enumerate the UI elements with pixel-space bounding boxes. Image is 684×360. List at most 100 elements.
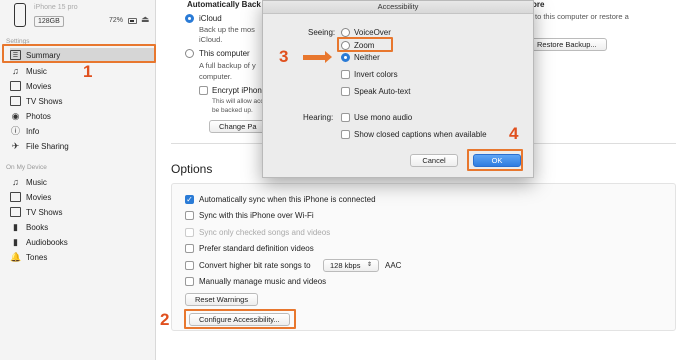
icloud-desc-2: iCloud. xyxy=(199,35,223,44)
audiobooks-icon: ▮ xyxy=(13,237,18,247)
closed-captions-label: Show closed captions when available xyxy=(354,130,487,139)
restore-backup-button[interactable]: Restore Backup... xyxy=(527,38,607,51)
mono-audio-label: Use mono audio xyxy=(354,113,413,122)
highlight-ok xyxy=(467,149,523,171)
sidebar-item-label: Music xyxy=(26,66,47,76)
mono-audio-checkbox[interactable] xyxy=(341,113,350,122)
sidebar-item-label: TV Shows xyxy=(26,207,63,217)
manual-manage-checkbox[interactable] xyxy=(185,277,194,286)
reset-warnings-button[interactable]: Reset Warnings xyxy=(185,293,259,306)
convert-bitrate-label: Convert higher bit rate songs to xyxy=(199,261,311,270)
battery-icon xyxy=(128,18,137,24)
arrow-shaft xyxy=(303,55,325,60)
speak-auto-text-label: Speak Auto-text xyxy=(354,87,411,96)
neither-radio[interactable] xyxy=(341,53,350,62)
sidebar-item-photos[interactable]: ◉ Photos xyxy=(10,109,154,123)
icloud-radio[interactable] xyxy=(185,14,194,23)
auto-sync-label: Automatically sync when this iPhone is c… xyxy=(199,195,376,204)
sidebar: iPhone 15 pro 128GB 72% ⏏ Settings ☰ Sum… xyxy=(0,0,156,360)
bitrate-select[interactable]: 128 kbps ⇕ xyxy=(323,259,379,272)
file-sharing-icon: ✈ xyxy=(11,141,20,151)
highlight-zoom xyxy=(337,37,393,52)
change-password-button[interactable]: Change Pa xyxy=(209,120,265,133)
sidebar-item-label: Audiobooks xyxy=(26,237,68,247)
manual-manage-label: Manually manage music and videos xyxy=(199,277,327,286)
encrypt-label: Encrypt iPhon xyxy=(212,86,262,95)
invert-colors-label: Invert colors xyxy=(354,70,398,79)
device-item-music[interactable]: ♫ Music xyxy=(10,175,154,189)
step-4-label: 4 xyxy=(509,124,519,143)
bitrate-value: 128 kbps xyxy=(330,261,361,270)
neither-label: Neither xyxy=(354,53,380,62)
device-item-books[interactable]: ▮ Books xyxy=(10,220,154,234)
movies-icon xyxy=(10,81,21,91)
encrypt-checkbox[interactable] xyxy=(199,86,208,95)
step-2-label: 2 xyxy=(160,310,170,329)
this-computer-radio[interactable] xyxy=(185,49,194,58)
bell-icon: 🔔 xyxy=(10,252,22,262)
device-name: iPhone 15 pro xyxy=(34,4,78,11)
dialog-title: Accessibility xyxy=(263,1,533,14)
voiceover-radio[interactable] xyxy=(341,28,350,37)
sidebar-item-label: Info xyxy=(26,126,40,136)
step-3-label: 3 xyxy=(279,47,289,66)
options-title: Options xyxy=(171,162,213,176)
accessibility-dialog: Accessibility Seeing: VoiceOver Zoom Nei… xyxy=(262,0,534,178)
restore-desc: to this computer or restore a xyxy=(535,12,629,21)
sd-video-checkbox[interactable] xyxy=(185,244,194,253)
eject-icon[interactable]: ⏏ xyxy=(141,14,150,25)
seeing-label: Seeing: xyxy=(308,28,336,37)
device-item-tv-shows[interactable]: TV Shows xyxy=(10,205,154,219)
computer-desc-2: computer. xyxy=(199,72,232,81)
closed-captions-checkbox[interactable] xyxy=(341,130,350,139)
invert-colors-checkbox[interactable] xyxy=(341,70,350,79)
sidebar-item-music[interactable]: ♫ Music xyxy=(10,64,154,78)
computer-desc-1: A full backup of y xyxy=(199,61,256,70)
bitrate-format: AAC xyxy=(385,261,402,270)
iphone-icon xyxy=(14,3,26,27)
arrow-icon xyxy=(325,51,332,63)
sidebar-item-label: Movies xyxy=(26,192,52,202)
highlight-summary xyxy=(2,44,156,63)
sidebar-item-label: TV Shows xyxy=(26,96,63,106)
sidebar-item-movies[interactable]: Movies xyxy=(10,79,154,93)
speak-auto-text-checkbox[interactable] xyxy=(341,87,350,96)
on-my-device-label: On My Device xyxy=(6,164,47,171)
step-1-label: 1 xyxy=(83,62,93,81)
checked-songs-checkbox[interactable] xyxy=(185,228,194,237)
camera-icon: ◉ xyxy=(11,111,20,121)
encrypt-desc-1: This will allow acc xyxy=(212,98,264,105)
sidebar-item-file-sharing[interactable]: ✈ File Sharing xyxy=(10,139,154,153)
sidebar-item-tv-shows[interactable]: TV Shows xyxy=(10,94,154,108)
device-item-audiobooks[interactable]: ▮ Audiobooks xyxy=(10,235,154,249)
capacity-badge: 128GB xyxy=(34,16,64,27)
music-icon: ♫ xyxy=(12,177,19,187)
tv-icon xyxy=(10,207,21,217)
sidebar-item-label: Photos xyxy=(26,111,51,121)
encrypt-desc-2: be backed up. xyxy=(212,107,253,114)
auto-sync-checkbox[interactable]: ✓ xyxy=(185,195,194,204)
chevron-updown-icon: ⇕ xyxy=(366,262,372,268)
sidebar-item-info[interactable]: ⓘ Info xyxy=(10,124,154,138)
highlight-configure-accessibility xyxy=(184,309,296,329)
sidebar-item-label: Tones xyxy=(26,252,48,262)
convert-bitrate-checkbox[interactable] xyxy=(185,261,194,270)
cancel-button[interactable]: Cancel xyxy=(410,154,458,167)
device-item-movies[interactable]: Movies xyxy=(10,190,154,204)
icloud-desc-1: Back up the mos xyxy=(199,25,255,34)
wifi-sync-label: Sync with this iPhone over Wi-Fi xyxy=(199,211,314,220)
hearing-label: Hearing: xyxy=(303,113,334,122)
wifi-sync-checkbox[interactable] xyxy=(185,211,194,220)
sd-video-label: Prefer standard definition videos xyxy=(199,244,314,253)
books-icon: ▮ xyxy=(13,222,18,232)
icloud-label: iCloud xyxy=(199,14,222,23)
device-item-tones[interactable]: 🔔 Tones xyxy=(10,250,154,264)
this-computer-label: This computer xyxy=(199,49,250,58)
checked-songs-label: Sync only checked songs and videos xyxy=(199,228,331,237)
tv-icon xyxy=(10,96,21,106)
info-icon: ⓘ xyxy=(10,126,20,136)
battery-percent: 72% xyxy=(109,17,124,24)
music-icon: ♫ xyxy=(12,66,19,76)
voiceover-label: VoiceOver xyxy=(354,28,391,37)
sidebar-item-label: Music xyxy=(26,177,47,187)
